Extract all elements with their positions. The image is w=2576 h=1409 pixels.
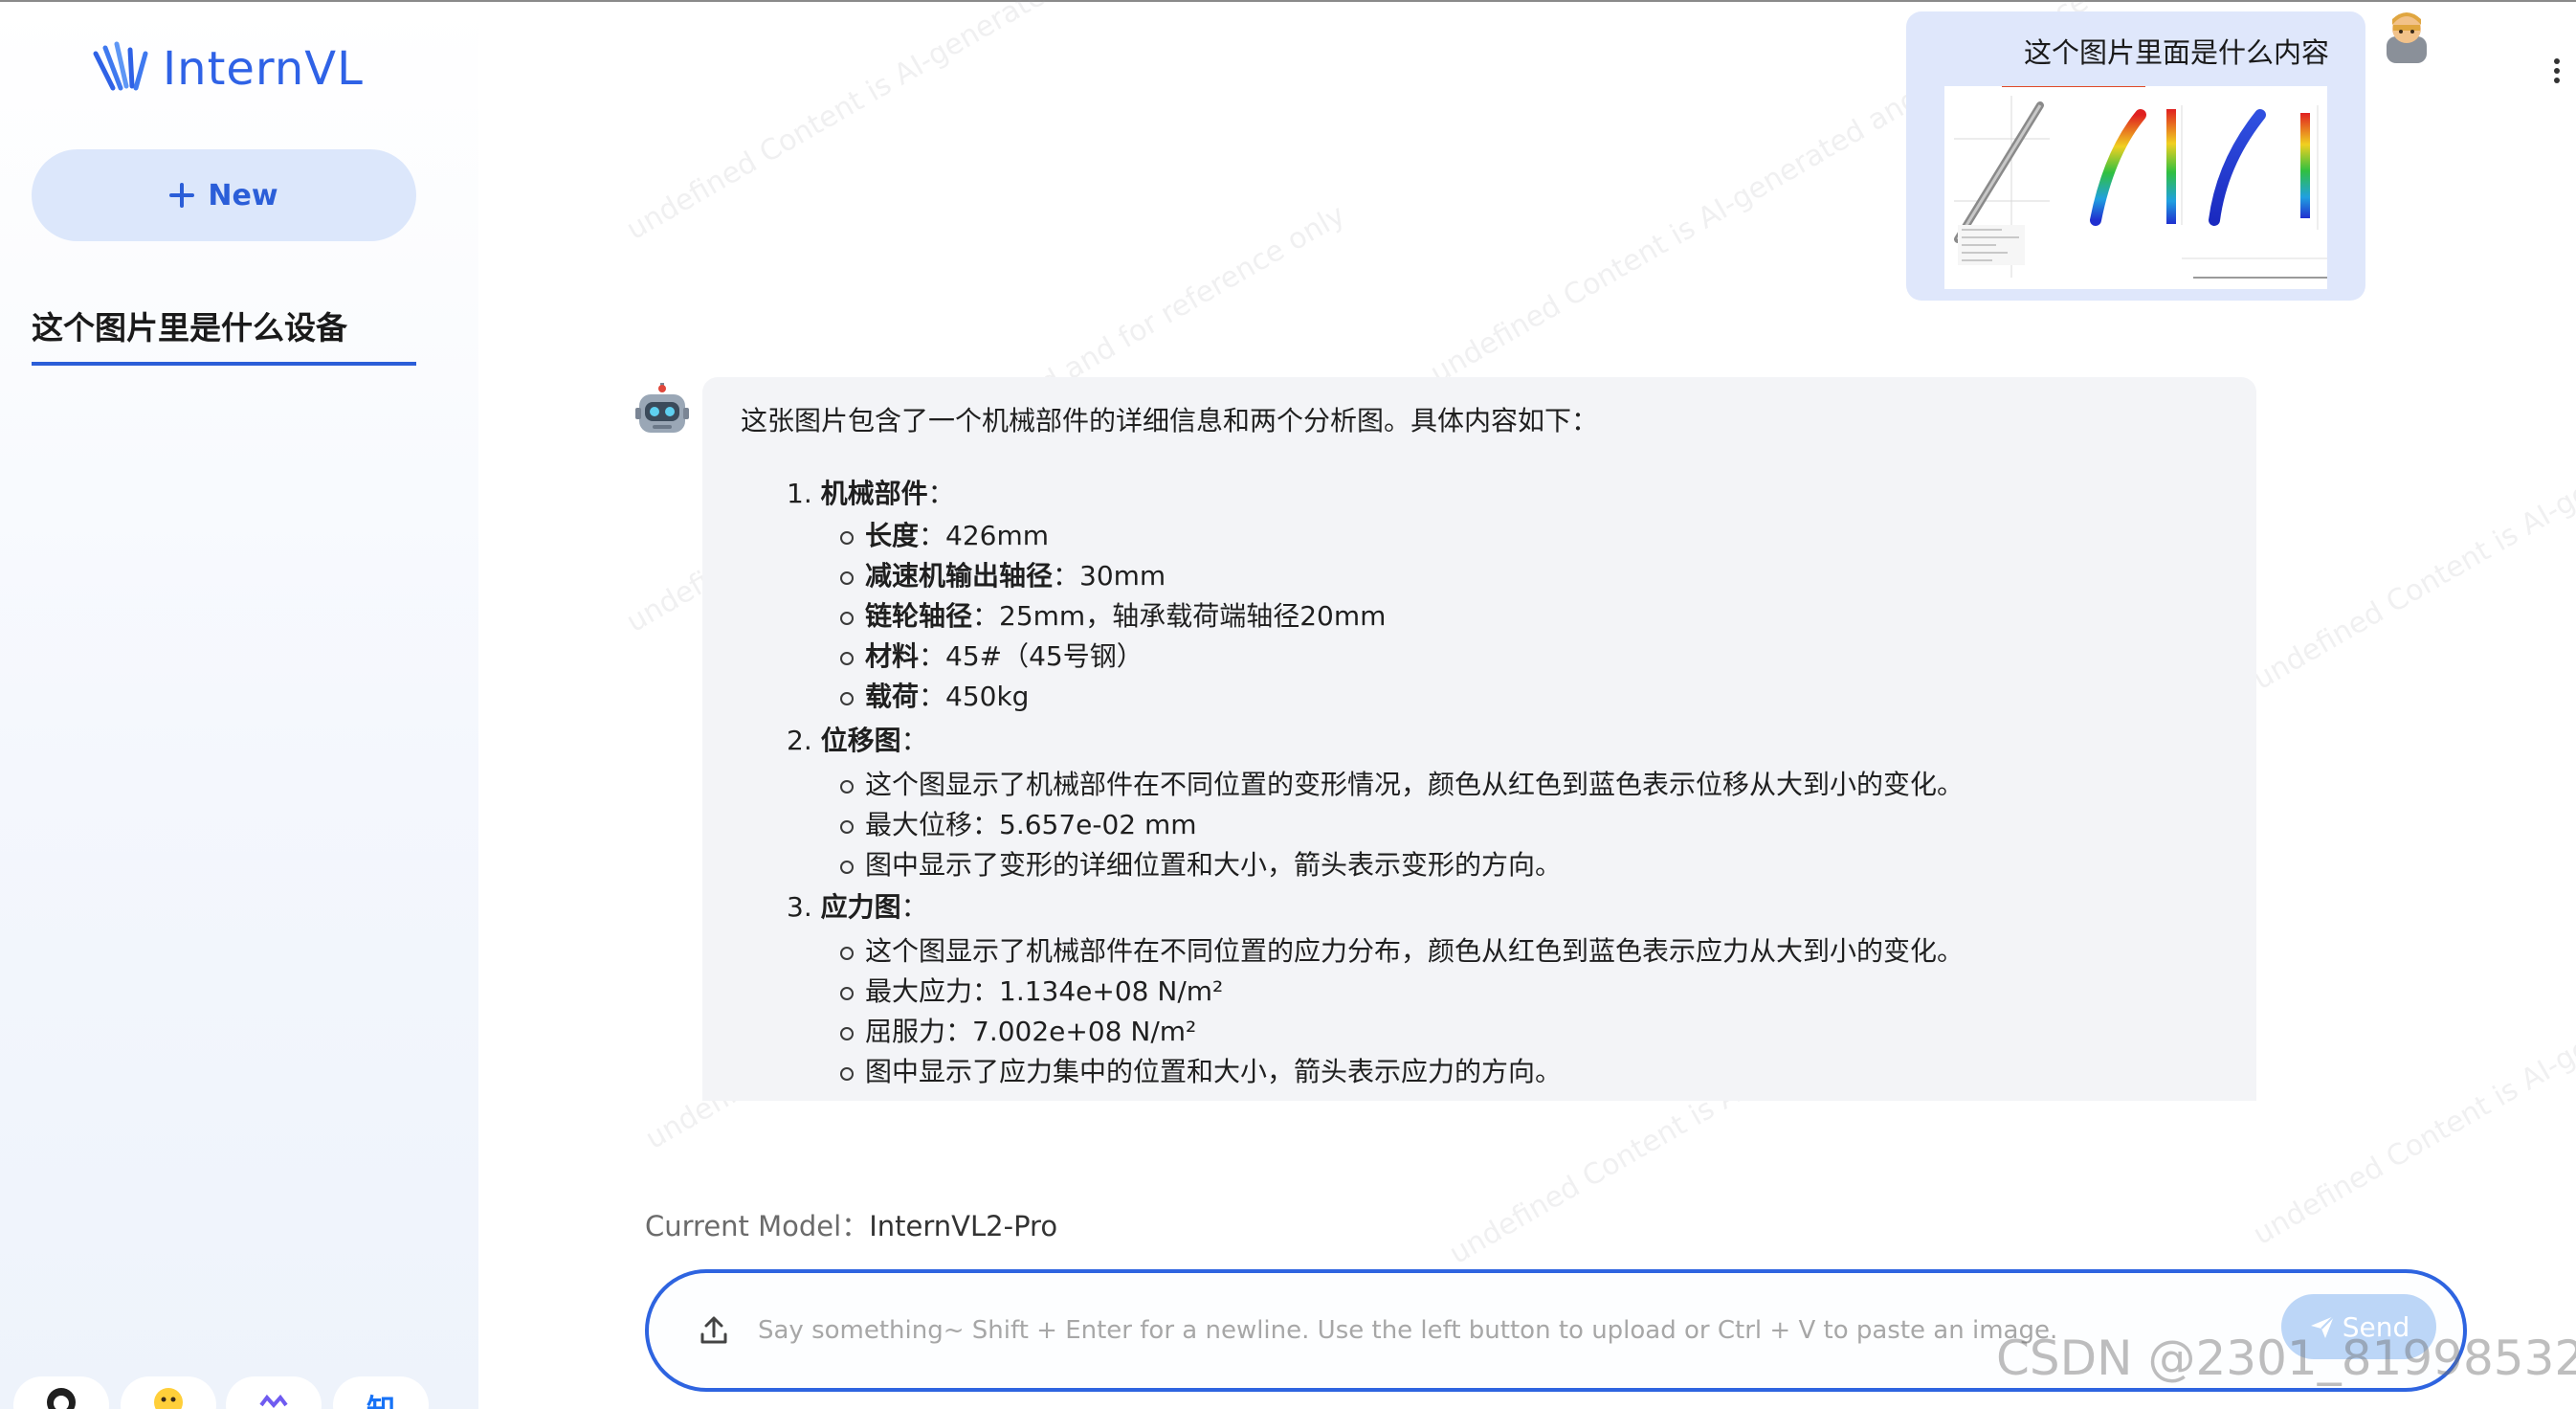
- new-chat-button[interactable]: New: [32, 149, 416, 241]
- section-number: 3.: [787, 891, 812, 923]
- section-number: 2.: [787, 725, 812, 756]
- user-uploaded-image[interactable]: [1944, 86, 2327, 289]
- zhihu-icon: 知: [366, 1386, 395, 1409]
- user-avatar-icon: [2387, 12, 2427, 63]
- current-model-label: Current Model：: [645, 1210, 870, 1242]
- section-colon: ：: [900, 725, 928, 756]
- new-chat-label: New: [208, 178, 278, 212]
- plus-icon: [169, 183, 195, 208]
- upload-icon[interactable]: [695, 1311, 733, 1350]
- mechanical-analysis-image: [1944, 86, 2327, 289]
- app-name: InternVL: [163, 42, 364, 96]
- item-value: ：25mm，轴承载荷端轴径20mm: [972, 600, 1387, 632]
- user-message-text: 这个图片里面是什么内容: [2023, 36, 2329, 69]
- current-model-name: InternVL2-Pro: [869, 1210, 1058, 1242]
- list-item: 长度：426mm: [839, 517, 1050, 555]
- list-item: 图中显示了变形的详细位置和大小，箭头表示变形的方向。: [839, 846, 1562, 884]
- huggingface-icon: [154, 1388, 183, 1409]
- item-value: ：30mm: [1053, 560, 1166, 592]
- section-title: 应力图: [820, 891, 901, 923]
- section-number: 1.: [787, 478, 812, 509]
- list-item: 载荷：450kg: [839, 678, 1030, 716]
- bot-message-bubble: 这张图片包含了一个机械部件的详细信息和两个分析图。具体内容如下： 1. 机械部件…: [702, 377, 2256, 1101]
- app-window: InternVL New 这个图片里是什么设备 undefined Conten…: [0, 0, 2576, 1409]
- list-item: 最大位移：5.657e-02 mm: [840, 806, 1197, 844]
- watermark-text: undefined Content is AI-generated and fo…: [2247, 811, 2576, 1252]
- list-item: 材料：45#（45号钢）: [840, 637, 1144, 676]
- item-value: ：426mm: [919, 520, 1050, 551]
- watermark-text: undefined Content is AI-generated and fo…: [2247, 256, 2576, 697]
- section-heading: 3. 应力图：: [787, 888, 928, 927]
- modelscope-icon: [259, 1394, 288, 1409]
- sidebar: InternVL New 这个图片里是什么设备: [0, 2, 478, 1409]
- list-item: 图中显示了应力集中的位置和大小，箭头表示应力的方向。: [839, 1053, 1562, 1091]
- list-item: 减速机输出轴径：30mm: [839, 557, 1166, 595]
- zhihu-link[interactable]: 知: [333, 1376, 429, 1409]
- list-item: 这个图显示了机械部件在不同位置的变形情况，颜色从红色到蓝色表示位移从大到小的变化…: [839, 766, 1964, 804]
- bot-avatar-icon: [635, 383, 689, 433]
- huggingface-link[interactable]: [121, 1376, 216, 1409]
- more-options-icon[interactable]: [2553, 57, 2561, 84]
- section-colon: ：: [900, 891, 928, 923]
- section-colon: ：: [927, 478, 955, 509]
- item-value: ：45#（45号钢）: [919, 640, 1144, 672]
- modelscope-link[interactable]: [226, 1376, 322, 1409]
- current-model: Current Model：InternVL2-Pro: [645, 1204, 1057, 1244]
- list-item: 最大应力：1.134e+08 N/m²: [839, 973, 1223, 1011]
- list-item: 屈服力：7.002e+08 N/m²: [839, 1013, 1196, 1051]
- bot-intro-text: 这张图片包含了一个机械部件的详细信息和两个分析图。具体内容如下：: [741, 405, 1599, 436]
- item-key: 材料: [865, 640, 920, 672]
- internvl-logo-icon: [93, 41, 148, 91]
- section-heading: 2. 位移图：: [787, 722, 928, 760]
- section-title: 机械部件: [820, 478, 928, 509]
- section-heading: 1. 机械部件：: [787, 475, 955, 513]
- user-message-bubble: 这个图片里面是什么内容: [1906, 11, 2365, 301]
- item-key: 长度: [865, 520, 920, 551]
- csdn-watermark: CSDN @2301_81998532: [1996, 1331, 2576, 1386]
- chat-history-item[interactable]: 这个图片里是什么设备: [32, 306, 416, 366]
- item-key: 链轮轴径: [865, 600, 973, 632]
- list-item: 这个图显示了机械部件在不同位置的应力分布，颜色从红色到蓝色表示应力从大到小的变化…: [839, 932, 1964, 971]
- item-key: 减速机输出轴径: [865, 560, 1054, 592]
- list-item: 链轮轴径：25mm，轴承载荷端轴径20mm: [839, 597, 1387, 636]
- github-link[interactable]: [13, 1376, 109, 1409]
- section-title: 位移图: [820, 725, 901, 756]
- item-value: ：450kg: [919, 681, 1030, 712]
- chat-history-title: 这个图片里是什么设备: [32, 309, 347, 347]
- item-key: 载荷: [865, 681, 920, 712]
- app-logo: InternVL: [92, 40, 364, 98]
- github-icon: [47, 1388, 76, 1409]
- watermark-text: undefined Content is AI-generated and fo…: [620, 0, 1351, 247]
